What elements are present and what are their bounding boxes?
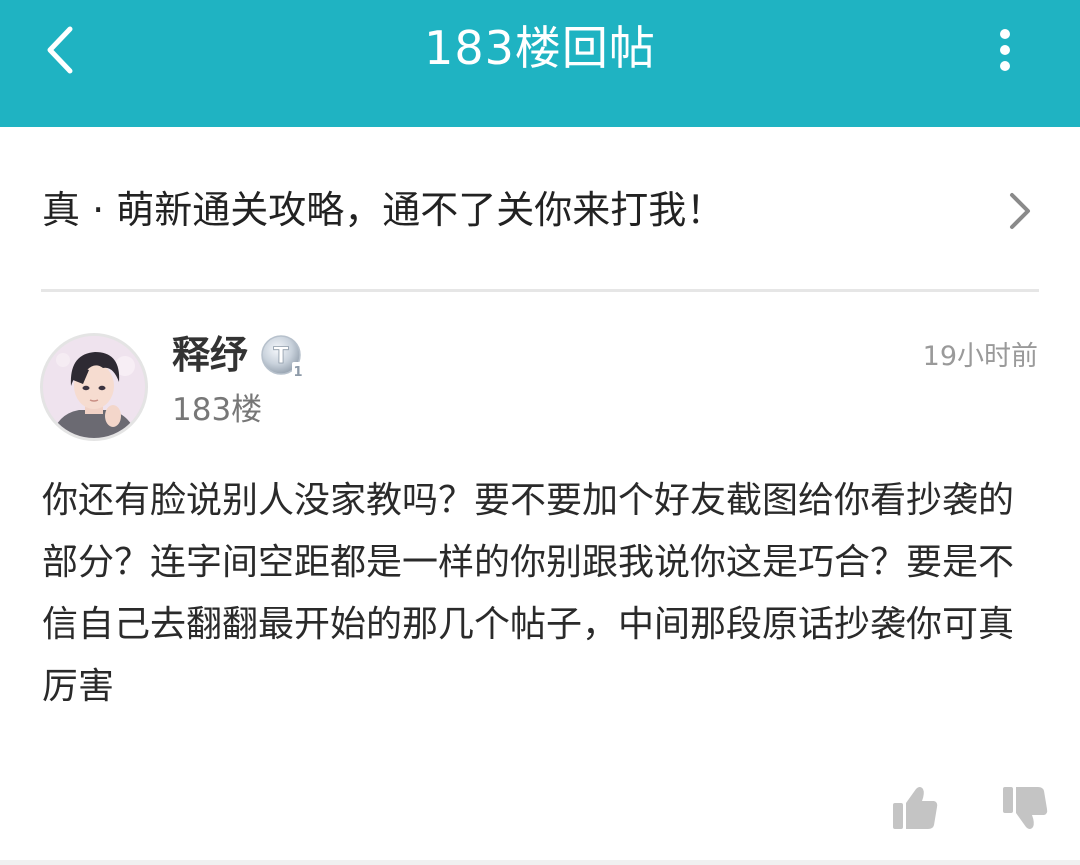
- page-title: 183楼回帖: [424, 21, 656, 75]
- level-badge-letter: T: [273, 344, 288, 369]
- thread-link-row[interactable]: 真 · 萌新通关攻略，通不了关你来打我！: [0, 127, 1080, 291]
- avatar-illustration: [43, 336, 145, 438]
- post-content: 你还有脸说别人没家教吗？要不要加个好友截图给你看抄袭的部分？连字间空距都是一样的…: [42, 480, 1015, 707]
- header-bar: 183楼回帖: [0, 0, 1080, 127]
- level-badge-number: 1: [293, 365, 302, 380]
- author-name[interactable]: 释纾: [172, 332, 248, 378]
- post-time: 19小时前: [922, 341, 1038, 372]
- reply-detail-page: 183楼回帖 真 · 萌新通关攻略，通不了关你来打我！ 释纾 T 1 183楼 …: [0, 0, 1080, 865]
- more-options-button[interactable]: [980, 20, 1030, 80]
- more-vertical-icon: [1000, 29, 1010, 71]
- chevron-right-icon: [1010, 193, 1030, 229]
- thumbs-up-icon: [893, 787, 938, 829]
- divider: [41, 289, 1039, 292]
- floor-number: 183楼: [172, 392, 263, 428]
- level-badge-icon: T 1: [261, 335, 304, 380]
- thumbs-down-icon: [1003, 787, 1048, 829]
- like-button[interactable]: [890, 783, 940, 833]
- dislike-button[interactable]: [1000, 783, 1050, 833]
- thread-title: 真 · 萌新通关攻略，通不了关你来打我！: [42, 188, 725, 232]
- avatar[interactable]: [40, 333, 148, 441]
- bottom-separator: [0, 860, 1080, 865]
